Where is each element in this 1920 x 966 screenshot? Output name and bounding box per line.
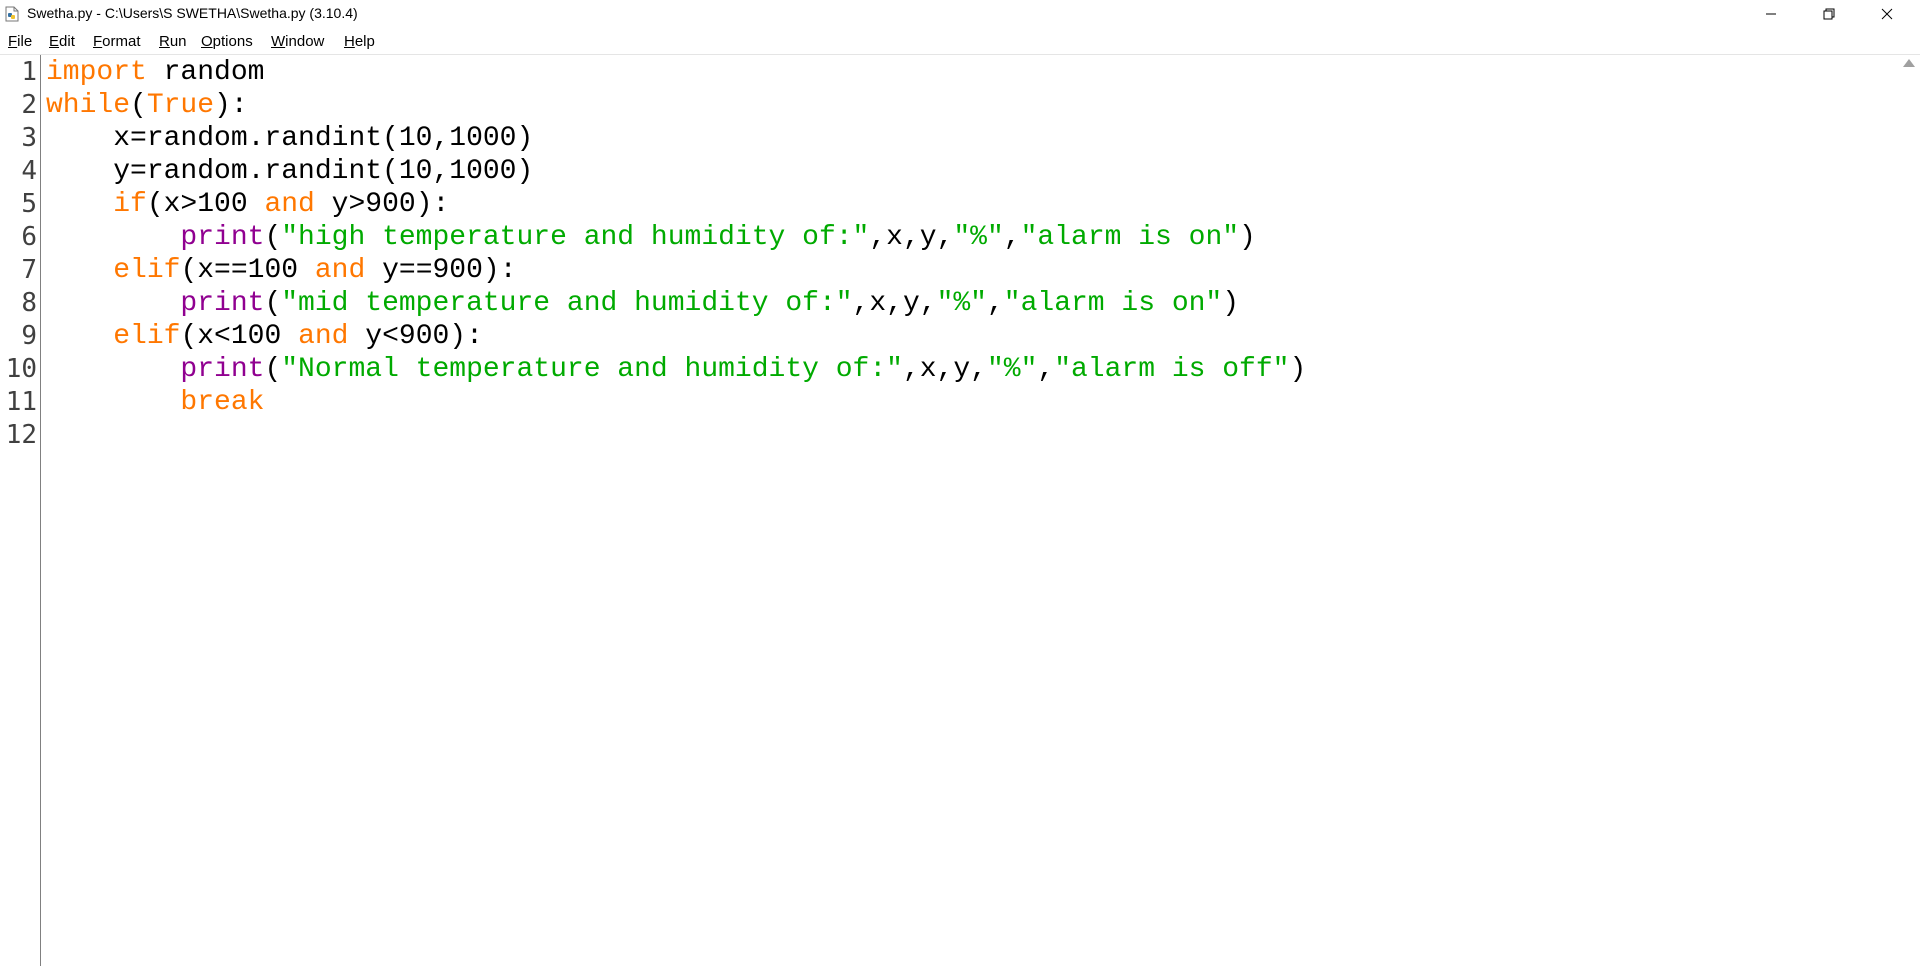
code-token: "%" — [936, 288, 987, 319]
code-token: and — [264, 189, 315, 220]
code-token: ( — [264, 354, 282, 385]
code-token: print — [180, 222, 265, 253]
code-token: elif — [113, 321, 181, 352]
code-token: ( — [264, 288, 282, 319]
menu-help[interactable]: Help — [344, 33, 375, 50]
vertical-scrollbar[interactable] — [1898, 55, 1920, 966]
line-number: 12 — [5, 420, 37, 450]
menu-bar: File Edit Format Run Options Window Help — [0, 28, 1920, 55]
close-button[interactable] — [1858, 0, 1916, 28]
code-token: random — [146, 57, 265, 88]
code-token: ) — [1289, 354, 1307, 385]
code-token: elif — [113, 255, 181, 286]
code-token: ( — [264, 222, 282, 253]
code-token: and — [314, 255, 366, 286]
python-file-icon — [4, 6, 20, 22]
code-token: import — [46, 57, 147, 88]
code-token: ,x,y, — [902, 354, 987, 385]
restore-button[interactable] — [1800, 0, 1858, 28]
code-token: "high temperature and humidity of:" — [281, 222, 870, 253]
code-line: break — [46, 386, 264, 419]
line-number: 10 — [5, 354, 37, 384]
code-token: y=random.randint(10,1000) — [46, 156, 534, 187]
code-token: (x<100 — [180, 321, 299, 352]
code-line: print("high temperature and humidity of:… — [46, 221, 1256, 254]
scroll-up-arrow-icon[interactable] — [1903, 59, 1915, 67]
code-token: "alarm is off" — [1054, 354, 1290, 385]
code-token: y<900): — [348, 321, 483, 352]
code-token: "%" — [986, 354, 1038, 385]
line-number-gutter: 1 2 3 4 5 6 7 8 9 10 11 12 — [0, 55, 41, 966]
code-token: , — [1003, 222, 1021, 253]
line-number: 7 — [21, 255, 37, 285]
line-number: 2 — [21, 90, 37, 120]
code-token: ) — [1239, 222, 1256, 253]
code-token: ) — [1222, 288, 1240, 319]
line-number: 8 — [21, 288, 37, 318]
menu-options[interactable]: Options — [201, 33, 253, 50]
code-line: elif(x==100 and y==900): — [46, 254, 517, 287]
code-token: print — [180, 288, 265, 319]
code-token: "alarm is on" — [1003, 288, 1223, 319]
code-token: ,x,y, — [869, 222, 954, 253]
code-line: import random — [46, 56, 264, 89]
menu-window[interactable]: Window — [271, 33, 324, 50]
line-number: 5 — [21, 189, 37, 219]
menu-format[interactable]: Format — [93, 33, 141, 50]
code-token: "%" — [953, 222, 1004, 253]
code-line: x=random.randint(10,1000) — [46, 122, 533, 155]
code-line: while(True): — [46, 89, 248, 122]
code-line: print("mid temperature and humidity of:"… — [46, 287, 1239, 320]
line-number: 1 — [21, 57, 37, 87]
code-token: print — [180, 354, 265, 385]
code-line: if(x>100 and y>900): — [46, 188, 449, 221]
menu-edit[interactable]: Edit — [49, 33, 75, 50]
code-token: True — [146, 90, 215, 121]
menu-file[interactable]: File — [8, 33, 32, 50]
code-token: (x>100 — [146, 189, 265, 220]
title-bar: Swetha.py - C:\Users\S SWETHA\Swetha.py … — [0, 0, 1920, 28]
line-number: 6 — [21, 222, 37, 252]
code-token: "alarm is on" — [1020, 222, 1240, 253]
code-token: y==900): — [365, 255, 517, 286]
minimize-icon — [1766, 13, 1776, 15]
line-number: 9 — [21, 321, 37, 351]
code-editor[interactable]: import random while(True): x=random.randi… — [46, 55, 1896, 966]
line-number: 11 — [5, 387, 37, 417]
restore-icon — [1823, 8, 1835, 20]
code-token: x=random.randint(10,1000) — [46, 123, 534, 154]
code-token: break — [180, 387, 265, 418]
window-title: Swetha.py - C:\Users\S SWETHA\Swetha.py … — [27, 5, 358, 21]
minimize-button[interactable] — [1742, 0, 1800, 28]
code-token: y>900): — [314, 189, 450, 220]
code-token: , — [986, 288, 1004, 319]
code-token: "Normal temperature and humidity of:" — [281, 354, 903, 385]
code-token: "mid temperature and humidity of:" — [281, 288, 853, 319]
code-token: while — [46, 90, 131, 121]
line-number: 3 — [21, 123, 37, 153]
code-line: elif(x<100 and y<900): — [46, 320, 483, 353]
menu-run[interactable]: Run — [159, 33, 187, 50]
code-token: , — [1037, 354, 1055, 385]
line-number: 4 — [21, 156, 37, 186]
code-token: if — [113, 189, 147, 220]
code-token: ): — [214, 90, 248, 121]
code-token: (x==100 — [180, 255, 315, 286]
code-line: y=random.randint(10,1000) — [46, 155, 533, 188]
code-line: print("Normal temperature and humidity o… — [46, 353, 1306, 386]
close-icon — [1881, 8, 1893, 20]
code-token: ,x,y, — [852, 288, 937, 319]
code-token: and — [298, 321, 349, 352]
code-token: ( — [130, 90, 147, 121]
